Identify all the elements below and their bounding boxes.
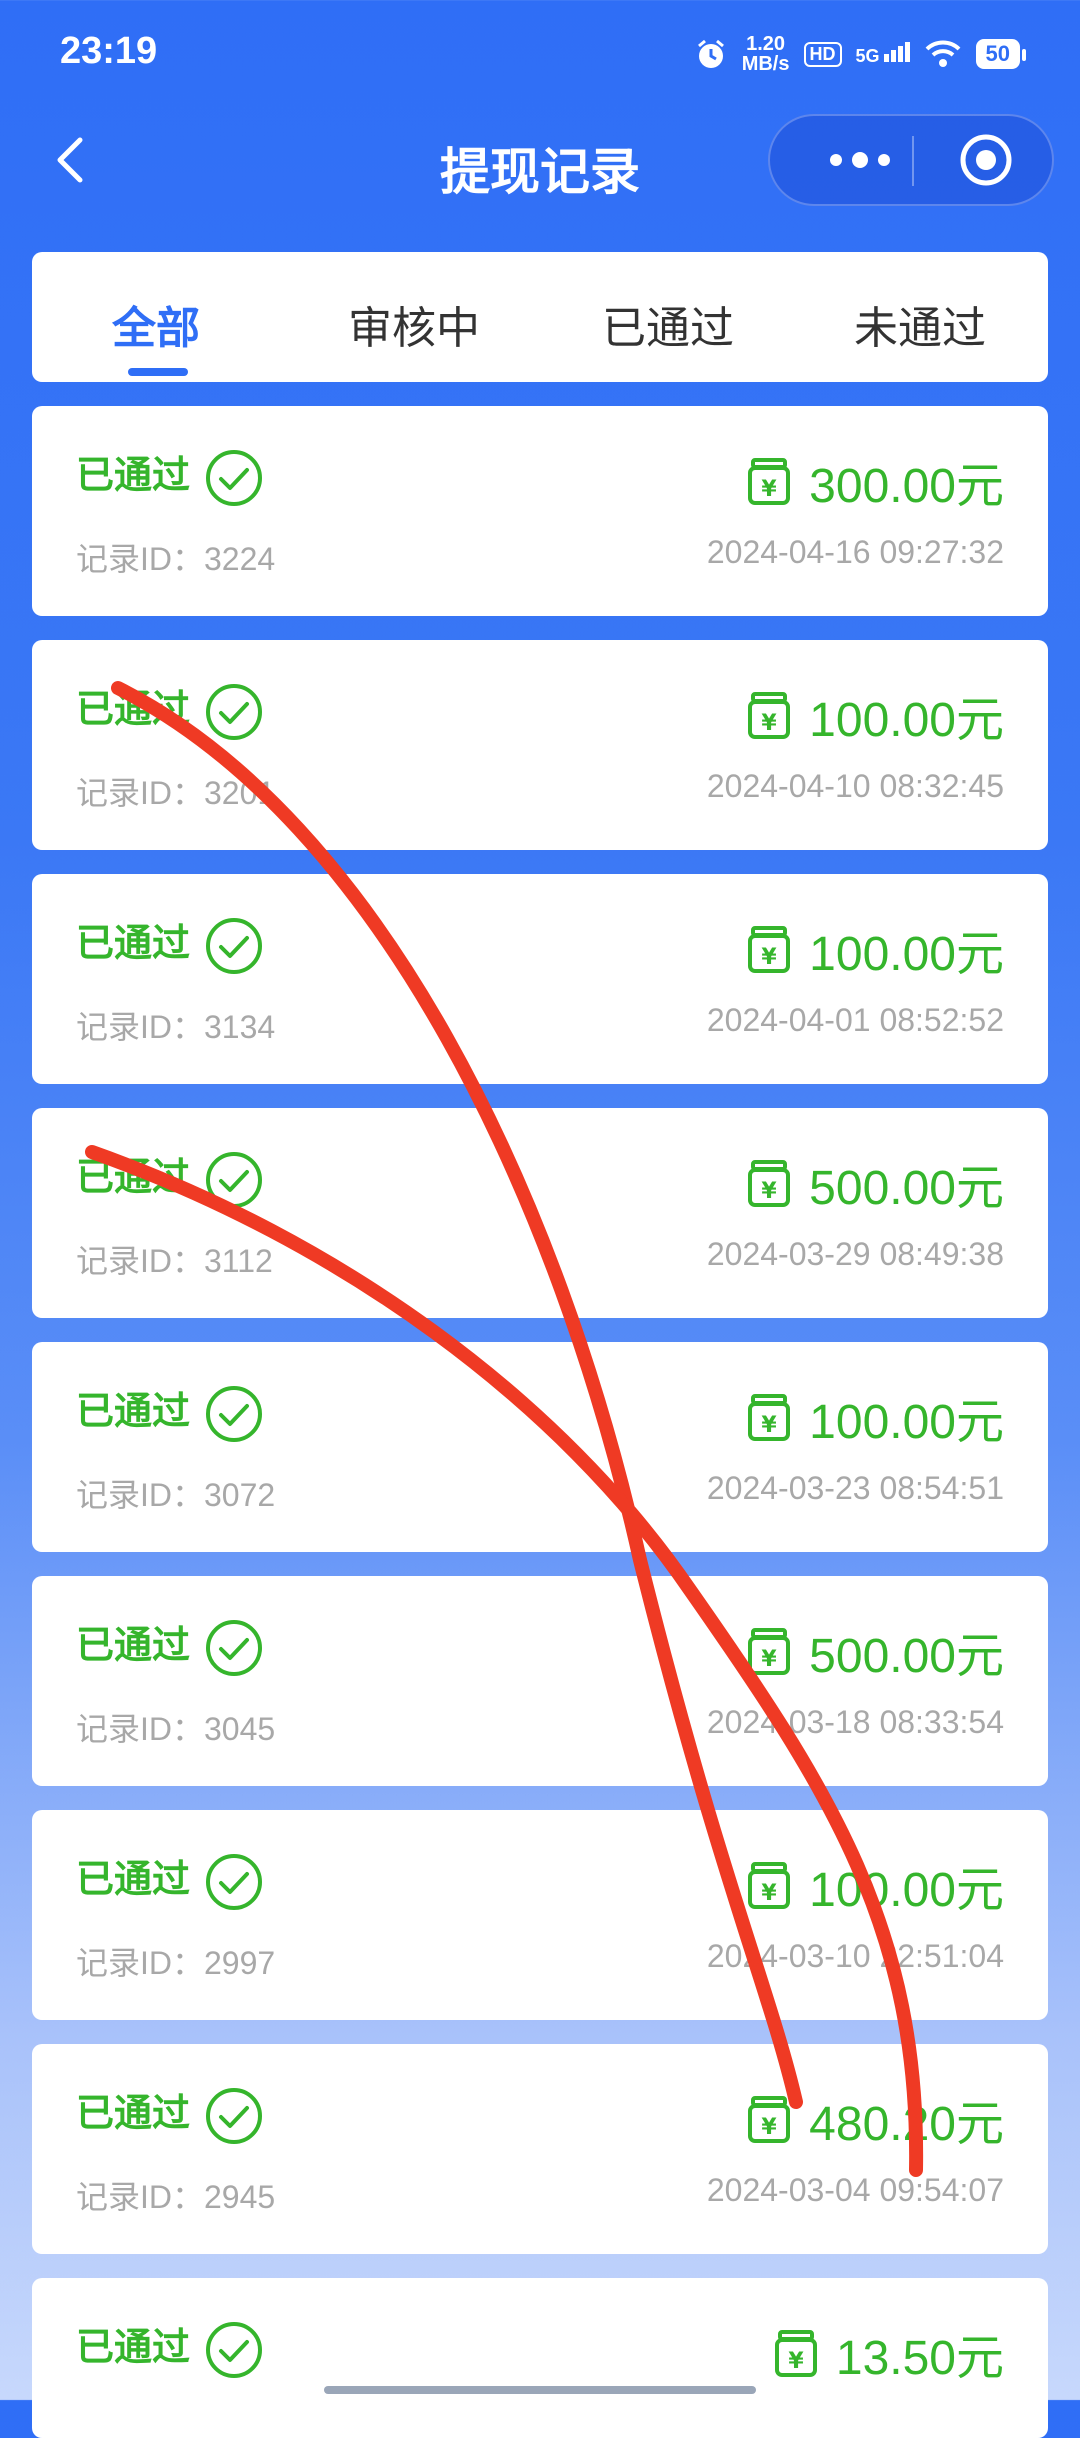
record-status: 已通过 [76,689,191,731]
hd-badge: HD [803,41,842,67]
record-card[interactable]: 已通过 ¥ 100.00元 记录ID：2997 2024-03-10 22:51… [32,1810,1048,2020]
tab-indicator [128,368,188,376]
money-jar-icon: ¥ [748,1394,791,1441]
record-card[interactable]: 已通过 ¥ 100.00元 记录ID：3072 2024-03-23 08:54… [32,1342,1048,1552]
record-status: 已通过 [76,2093,191,2135]
status-time: 23:19 [60,30,158,72]
check-circle-icon [206,1152,262,1208]
record-status: 已通过 [76,923,191,965]
svg-text:¥: ¥ [762,1413,778,1438]
money-jar-icon: ¥ [748,1628,791,1675]
record-card[interactable]: 已通过 ¥ 500.00元 记录ID：3112 2024-03-29 08:49… [32,1108,1048,1318]
check-circle-icon [206,684,262,740]
money-jar-icon: ¥ [748,2096,791,2143]
money-jar-icon: ¥ [748,926,791,973]
record-amount: 100.00元 [809,694,1004,747]
record-time: 2024-03-23 08:54:51 [706,1470,1004,1506]
record-status: 已通过 [76,1625,191,1667]
record-id: 记录ID：3112 [76,1243,273,1279]
svg-text:¥: ¥ [762,477,778,502]
mini-program-capsule [768,114,1054,206]
check-circle-icon [206,918,262,974]
record-amount: 500.00元 [809,1162,1004,1215]
record-status: 已通过 [76,455,191,497]
record-id: 记录ID：3045 [76,1711,276,1747]
svg-text:¥: ¥ [762,2115,778,2140]
record-amount: 500.00元 [809,1630,1004,1683]
money-jar-icon: ¥ [774,2330,817,2377]
svg-text:¥: ¥ [788,2349,804,2374]
money-jar-icon: ¥ [748,692,791,739]
record-time: 2024-03-04 09:54:07 [706,2172,1004,2208]
record-amount: 13.50元 [835,2332,1004,2385]
alarm-icon [697,39,724,68]
record-id: 记录ID：2945 [76,2179,276,2215]
record-amount: 480.20元 [809,2098,1004,2151]
record-status: 已通过 [76,1859,191,1901]
svg-text:¥: ¥ [762,945,778,970]
svg-text:¥: ¥ [762,1647,778,1672]
record-card[interactable]: 已通过 ¥ 100.00元 记录ID：3201 2024-04-10 08:32… [32,640,1048,850]
record-amount: 100.00元 [809,1864,1004,1917]
tab-rejected[interactable]: 未通过 [854,292,986,356]
money-jar-icon: ¥ [748,1862,791,1909]
battery-icon: 50 [975,39,1027,69]
close-target-icon[interactable] [958,132,1014,188]
speed-unit: MB/s [741,53,790,75]
record-time: 2024-04-16 09:27:32 [706,534,1004,570]
tab-all[interactable]: 全部 [112,292,200,356]
record-id: 记录ID：3224 [76,541,276,577]
record-card[interactable]: 已通过 ¥ 300.00元 记录ID：3224 2024-04-16 09:27… [32,406,1048,616]
record-status: 已通过 [76,1391,191,1433]
record-time: 2024-04-01 08:52:52 [706,1002,1004,1038]
money-jar-icon: ¥ [748,458,791,505]
record-time: 2024-04-10 08:32:45 [706,768,1004,804]
record-amount: 100.00元 [809,1396,1004,1449]
capsule-divider [912,136,914,186]
record-card[interactable]: 已通过 ¥ 500.00元 记录ID：3045 2024-03-18 08:33… [32,1576,1048,1786]
tab-approved[interactable]: 已通过 [602,292,734,356]
record-time: 2024-03-18 08:33:54 [706,1704,1004,1740]
svg-text:¥: ¥ [762,711,778,736]
record-id: 记录ID：3134 [76,1009,276,1045]
check-circle-icon [206,1386,262,1442]
nav-bar: 提现记录 [0,110,1080,210]
check-circle-icon [206,1854,262,1910]
filter-tabs: 全部 审核中 已通过 未通过 [32,252,1048,382]
record-time: 2024-03-29 08:49:38 [706,1236,1004,1272]
money-jar-icon: ¥ [748,1160,791,1207]
record-time: 2024-03-10 22:51:04 [706,1938,1004,1974]
status-icons: 1.20 MB/s HD 5G 50 [694,34,1027,74]
svg-text:¥: ¥ [762,1179,778,1204]
status-bar: 23:19 1.20 MB/s HD 5G 50 [0,0,1080,110]
home-indicator[interactable] [324,2386,756,2394]
more-icon[interactable] [810,116,910,204]
record-amount: 300.00元 [809,460,1004,513]
record-id: 记录ID：3072 [76,1477,276,1513]
speed-value: 1.20 [746,33,786,55]
svg-text:¥: ¥ [762,1881,778,1906]
signal-icon: 5G [855,41,910,67]
record-status: 已通过 [76,2327,191,2369]
record-card[interactable]: 已通过 ¥ 480.20元 记录ID：2945 2024-03-04 09:54… [32,2044,1048,2254]
tab-reviewing[interactable]: 审核中 [348,292,480,356]
record-id: 记录ID：3201 [76,775,276,811]
record-amount: 100.00元 [809,928,1004,981]
record-card[interactable]: 已通过 ¥ 100.00元 记录ID：3134 2024-04-01 08:52… [32,874,1048,1084]
network-type: 5G [855,45,880,66]
check-circle-icon [206,2322,262,2378]
record-status: 已通过 [76,1157,191,1199]
wifi-icon [925,40,960,67]
network-speed: 1.20 MB/s [742,34,790,74]
check-circle-icon [206,450,262,506]
record-card[interactable]: 已通过 ¥ 13.50元 [32,2278,1048,2438]
record-id: 记录ID：2997 [76,1945,276,1981]
check-circle-icon [206,2088,262,2144]
check-circle-icon [206,1620,262,1676]
